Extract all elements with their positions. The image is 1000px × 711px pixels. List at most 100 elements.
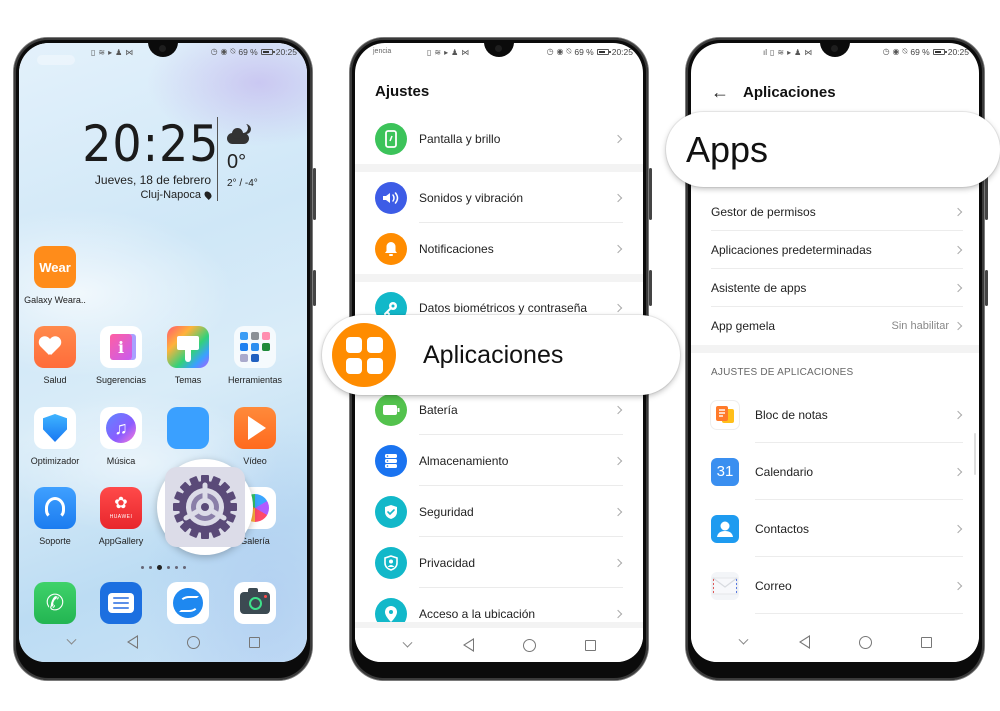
dock-browser[interactable]	[155, 582, 221, 624]
security-shield-icon	[375, 495, 407, 528]
app-herramientas[interactable]: Herramientas	[222, 326, 288, 385]
play-store-icon: ▸	[108, 48, 113, 57]
nav-hide-button[interactable]	[65, 634, 79, 649]
clock-widget[interactable]: 20:25 Jueves, 18 de febrero Cluj-Napoca	[71, 117, 218, 201]
page-dot-active[interactable]	[156, 565, 162, 570]
recents-square-icon	[921, 636, 932, 648]
messages-icon	[100, 582, 142, 624]
app-setting-bloc-notas[interactable]: Bloc de notas	[691, 386, 979, 443]
play-store-icon: ▸	[787, 48, 792, 57]
city-name: Cluj-Napoca	[140, 189, 201, 201]
status-right-icons: ◷ ◉ ⍉ 69 % 20:25	[211, 47, 297, 57]
nav-recents-button[interactable]	[920, 635, 934, 649]
nav-back-button[interactable]	[462, 638, 476, 652]
weather-widget[interactable]: 0° 2° / -4°	[227, 127, 258, 189]
nav-home-button[interactable]	[187, 635, 201, 649]
signal-icon: ıl	[763, 48, 767, 57]
nav-home-button[interactable]	[859, 635, 873, 649]
notification-icon: ♟	[451, 48, 459, 57]
dock-camera[interactable]	[222, 582, 288, 624]
app-sugerencias[interactable]: i Sugerencias	[88, 326, 154, 385]
settings-item-notificaciones[interactable]: Notificaciones	[355, 223, 643, 274]
navigation-bar	[19, 622, 307, 662]
app-setting-contactos[interactable]: Contactos	[691, 500, 979, 557]
battery-percent: 69 %	[238, 47, 258, 57]
group-separator	[355, 164, 643, 172]
settings-item-almacenamiento[interactable]: Almacenamiento	[355, 435, 643, 486]
page-dot[interactable]	[140, 566, 144, 569]
app-optimizador[interactable]: Optimizador	[22, 407, 88, 466]
page-indicator[interactable]	[19, 565, 307, 570]
nav-home-button[interactable]	[523, 638, 537, 652]
back-arrow-icon[interactable]: ←	[711, 83, 729, 101]
settings-item-label: Batería	[419, 402, 458, 417]
music-note-icon: ♫	[100, 407, 142, 449]
settings-item-label: Pantalla y brillo	[419, 131, 501, 146]
dock-phone[interactable]: ✆	[22, 582, 88, 624]
callout-apps[interactable]: Apps	[666, 112, 1000, 187]
back-triangle-icon	[799, 635, 810, 649]
nav-hide-button[interactable]	[737, 634, 751, 649]
app-temas[interactable]: Temas	[155, 326, 221, 385]
app-setting-correo[interactable]: Correo	[691, 557, 979, 614]
callout-aplicaciones[interactable]: Aplicaciones	[322, 315, 680, 395]
mail-icon: ⋈	[804, 48, 813, 57]
page-dot[interactable]	[182, 566, 186, 569]
app-setting-calendario[interactable]: 31 Calendario	[691, 443, 979, 500]
chevron-down-icon	[738, 634, 749, 645]
weather-temperature: 0°	[227, 151, 247, 173]
nav-back-button[interactable]	[126, 635, 140, 649]
dock-messages[interactable]	[88, 582, 154, 624]
nav-back-button[interactable]	[798, 635, 812, 649]
settings-item-sonidos[interactable]: Sonidos y vibración	[355, 172, 643, 223]
sim-icon: ▯	[770, 48, 775, 57]
nav-recents-button[interactable]	[584, 638, 598, 652]
calendar-icon: 31	[711, 457, 739, 486]
app-label: Herramientas	[227, 375, 283, 385]
settings-item-pantalla[interactable]: Pantalla y brillo	[355, 113, 643, 164]
item-label: Aplicaciones predeterminadas	[711, 243, 872, 257]
camera-icon	[234, 582, 276, 624]
settings-item-privacidad[interactable]: Privacidad	[355, 537, 643, 588]
item-gestor-permisos[interactable]: Gestor de permisos	[691, 193, 979, 231]
chevron-right-icon	[613, 456, 623, 465]
battery-icon	[260, 49, 275, 55]
notification-icon: ♟	[115, 48, 123, 57]
chevron-right-icon	[613, 405, 623, 414]
battery-icon	[375, 393, 407, 426]
silent-icon: ⍉	[230, 47, 236, 56]
app-hidden-under-magnifier	[155, 407, 221, 449]
nav-recents-button[interactable]	[248, 635, 262, 649]
settings-item-seguridad[interactable]: Seguridad	[355, 486, 643, 537]
item-label: Correo	[755, 578, 792, 593]
alarm-icon: ◷	[210, 47, 218, 56]
status-left-icons: ▯ ≋ ▸ ♟ ⋈	[91, 48, 133, 58]
clock-date: Jueves, 18 de febrero	[94, 173, 211, 187]
status-right-icons: ◷ ◉ ⍉ 69 % 20:25	[547, 47, 633, 57]
app-salud[interactable]: Salud	[22, 326, 88, 385]
app-musica[interactable]: ♫ Música	[88, 407, 154, 466]
settings-item-label: Datos biométricos y contraseña	[419, 300, 588, 315]
app-video[interactable]: Vídeo	[222, 407, 288, 466]
scrollbar[interactable]	[974, 433, 976, 475]
page-dot[interactable]	[166, 566, 170, 569]
app-galaxy-wearable[interactable]: Wear Galaxy Weara..	[22, 246, 88, 305]
page-dot[interactable]	[174, 566, 178, 569]
app-label: Salud	[43, 375, 67, 385]
app-appgallery[interactable]: ✿ HUAWEI AppGallery	[88, 487, 154, 546]
settings-item-label: Sonidos y vibración	[419, 190, 524, 205]
settings-magnifier[interactable]	[157, 459, 253, 555]
item-asistente-apps[interactable]: Asistente de apps	[691, 269, 979, 307]
chevron-right-icon	[613, 134, 623, 143]
page-dot[interactable]	[148, 566, 152, 569]
navigation-bar	[355, 622, 643, 662]
chevron-right-icon	[613, 507, 623, 516]
chevron-right-icon	[953, 207, 963, 217]
settings-item-label: Almacenamiento	[419, 453, 509, 468]
app-soporte[interactable]: Soporte	[22, 487, 88, 546]
item-apps-predeterminadas[interactable]: Aplicaciones predeterminadas	[691, 231, 979, 269]
item-app-gemela[interactable]: App gemela Sin habilitar	[691, 307, 979, 345]
section-header: AJUSTES DE APLICACIONES	[691, 353, 979, 386]
nav-hide-button[interactable]	[401, 637, 415, 652]
item-label: Bloc de notas	[755, 407, 828, 422]
